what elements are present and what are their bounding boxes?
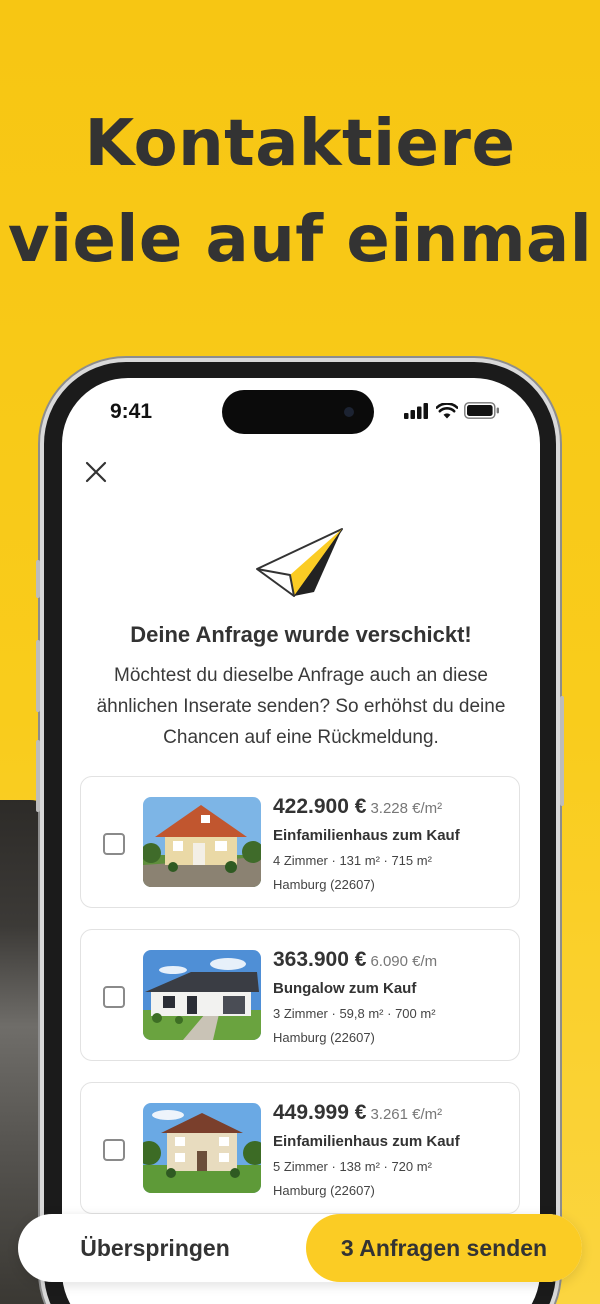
listing-price-per-sqm: 3.261 €/m² [370,1106,443,1123]
listing-card[interactable]: 449.999 €3.261 €/m² Einfamilienhaus zum … [80,1082,520,1214]
listing-specs: 4 Zimmer · 131 m² · 715 m² [273,853,432,868]
listing-location: Hamburg (22607) [273,1030,375,1045]
battery-icon [464,402,499,419]
listing-checkbox[interactable] [103,986,125,1008]
skip-button[interactable]: Überspringen [18,1214,292,1282]
signal-icon [404,402,428,419]
status-time: 9:41 [110,400,153,423]
listing-card[interactable]: 363.900 €6.090 €/m Bungalow zum Kauf 3 Z… [80,929,520,1061]
phone-screen: 9:41 Deine Anfrage wurde verschickt! Möc… [62,378,540,1304]
dialog-subtitle: Möchtest du dieselbe Anfrage auch an die… [96,665,506,748]
listing-thumbnail [143,1103,261,1193]
listing-checkbox[interactable] [103,833,125,855]
listing-price-per-sqm: 6.090 €/m [370,953,438,970]
headline-line-2: viele auf einmal [7,203,593,277]
bottom-action-bar: Überspringen 3 Anfragen senden [18,1214,582,1282]
phone-side-button [36,640,40,712]
dialog-title: Deine Anfrage wurde verschickt! [130,622,472,647]
listing-location: Hamburg (22607) [273,1183,375,1198]
wifi-icon [436,402,458,418]
listing-specs: 5 Zimmer · 138 m² · 720 m² [273,1159,432,1174]
close-icon[interactable] [80,456,112,488]
headline-line-1: Kontaktiere [84,107,516,181]
phone-side-button [560,696,564,806]
send-requests-button[interactable]: 3 Anfragen senden [306,1214,582,1282]
listing-price-per-sqm: 3.228 €/m² [370,800,443,817]
listing-price: 422.900 €3.228 €/m² [273,795,443,818]
listing-card[interactable]: 422.900 €3.228 €/m² Einfamilienhaus zum … [80,776,520,908]
status-icons [404,402,500,419]
listing-location: Hamburg (22607) [273,877,375,892]
phone-side-button [36,560,40,598]
listing-price: 449.999 €3.261 €/m² [273,1101,443,1124]
listing-type: Einfamilienhaus zum Kauf [273,1133,460,1150]
listing-type: Einfamilienhaus zum Kauf [273,827,460,844]
listing-thumbnail [143,797,261,887]
listing-type: Bungalow zum Kauf [273,980,417,997]
listing-specs: 3 Zimmer · 59,8 m² · 700 m² [273,1006,436,1021]
dynamic-island [222,390,374,434]
listing-thumbnail [143,950,261,1040]
paper-plane-icon [256,528,343,597]
phone-side-button [36,740,40,812]
listing-price: 363.900 €6.090 €/m [273,948,438,971]
listing-checkbox[interactable] [103,1139,125,1161]
promo-headline: Kontaktiere viele auf einmal [0,96,600,288]
